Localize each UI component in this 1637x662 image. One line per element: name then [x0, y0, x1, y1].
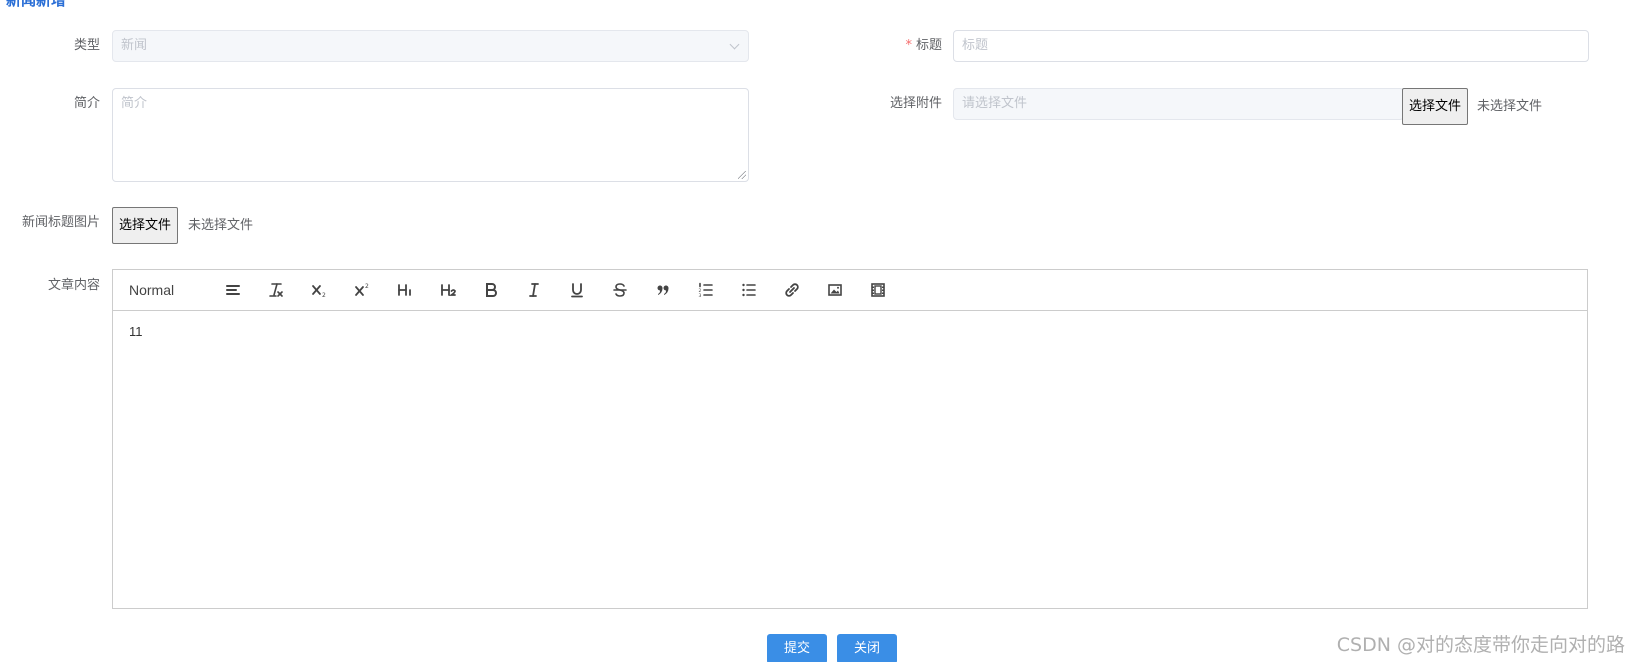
cover-image-label: 新闻标题图片 [21, 215, 100, 230]
underline-icon[interactable] [564, 278, 590, 302]
clear-format-icon[interactable] [263, 278, 289, 302]
close-button[interactable]: 关闭 [837, 634, 897, 662]
image-icon[interactable] [822, 278, 848, 302]
title-label: * 标题 [880, 38, 942, 54]
strikethrough-icon[interactable] [607, 278, 633, 302]
italic-icon[interactable] [521, 278, 547, 302]
header-select[interactable]: Normal [129, 278, 189, 302]
video-icon[interactable] [865, 278, 891, 302]
summary-textarea[interactable]: 简介 [112, 88, 749, 182]
svg-text:2: 2 [322, 292, 326, 299]
chevron-down-icon [729, 39, 740, 50]
subscript-icon[interactable]: 2 [306, 278, 332, 302]
editor-content[interactable]: 11 [113, 311, 1587, 352]
editor-toolbar: Normal 2 2 2 3 [113, 270, 1587, 311]
attachment-choose-file-button[interactable]: 选择文件 [1402, 88, 1469, 125]
attachment-input: 请选择文件 [953, 88, 1404, 120]
attachment-label: 选择附件 [889, 96, 942, 111]
bullet-list-icon[interactable] [736, 278, 762, 302]
type-select[interactable]: 新闻 [112, 30, 749, 62]
required-mark: * [905, 38, 912, 53]
submit-button[interactable]: 提交 [767, 634, 827, 662]
resize-handle[interactable] [738, 171, 746, 179]
title-placeholder: 标题 [962, 38, 989, 53]
link-icon[interactable] [779, 278, 805, 302]
cover-image-choose-file-button[interactable]: 选择文件 [112, 207, 179, 244]
blockquote-icon[interactable] [650, 278, 676, 302]
header-1-icon[interactable] [392, 278, 418, 302]
svg-text:3: 3 [699, 293, 702, 299]
article-label: 文章内容 [47, 278, 100, 293]
cover-image-file-status: 未选择文件 [188, 218, 254, 233]
type-label: 类型 [73, 38, 100, 53]
attachment-placeholder: 请选择文件 [962, 96, 1028, 111]
title-input[interactable]: 标题 [953, 30, 1589, 62]
watermark: CSDN @对的态度带你走向对的路 [1336, 634, 1625, 656]
svg-text:2: 2 [365, 283, 369, 290]
summary-placeholder: 简介 [121, 96, 148, 111]
title-label-text: 标题 [915, 38, 942, 53]
header-2-icon[interactable] [435, 278, 461, 302]
bold-icon[interactable] [478, 278, 504, 302]
align-icon[interactable] [220, 278, 246, 302]
superscript-icon[interactable]: 2 [349, 278, 375, 302]
page-heading: 新闻新增 [6, 0, 67, 9]
type-select-value: 新闻 [121, 38, 148, 53]
summary-label: 简介 [73, 96, 100, 111]
attachment-file-status: 未选择文件 [1477, 99, 1543, 114]
rich-text-editor[interactable]: Normal 2 2 2 3 11 [112, 269, 1588, 609]
ordered-list-icon[interactable]: 23 [693, 278, 719, 302]
